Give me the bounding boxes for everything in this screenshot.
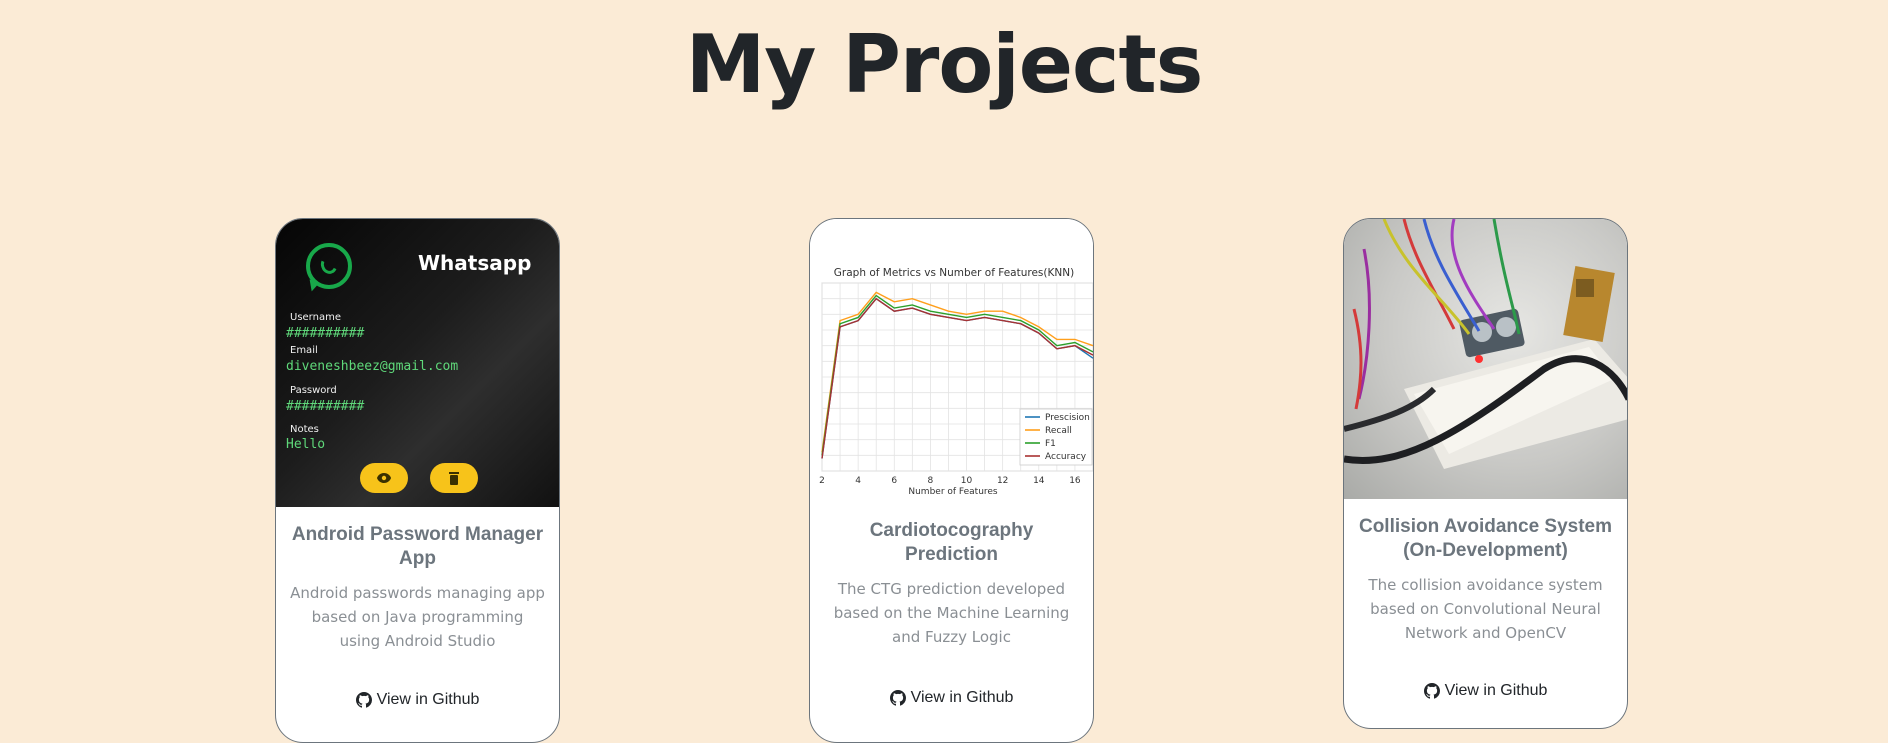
notes-label: Notes: [290, 424, 319, 435]
github-icon: [889, 690, 906, 706]
hardware-photo: [1344, 219, 1627, 499]
password-value: ##########: [286, 399, 365, 414]
chart-x-axis-label: Number of Features: [908, 487, 998, 497]
username-value: ##########: [286, 326, 365, 341]
trash-icon: [449, 472, 459, 485]
project-card-cardiotocography: Graph of Metrics vs Number of Features(K…: [809, 218, 1094, 743]
github-link-label: View in Github: [1444, 682, 1548, 699]
project-title: Collision Avoidance System (On-Developme…: [1358, 516, 1613, 561]
github-icon: [1423, 683, 1440, 699]
chart-x-tick-label: 12: [997, 476, 1008, 486]
project-description: The CTG prediction developed based on th…: [833, 580, 1070, 646]
chart-legend-label: Prescision: [1045, 413, 1090, 423]
chart-x-tick-label: 2: [819, 476, 825, 486]
github-link[interactable]: View in Github: [1344, 682, 1627, 700]
notes-value: Hello: [286, 437, 326, 452]
github-link[interactable]: View in Github: [276, 691, 559, 709]
chart-legend-label: Recall: [1045, 426, 1072, 436]
password-manager-screenshot: Whatsapp Username ########## Email diven…: [276, 219, 559, 507]
chart-legend-label: Accuracy: [1045, 452, 1087, 462]
view-button: [360, 463, 408, 493]
username-label: Username: [290, 312, 341, 323]
github-link-label: View in Github: [376, 691, 480, 708]
github-link-label: View in Github: [910, 689, 1014, 706]
page-title: My Projects: [685, 18, 1204, 111]
chart-x-tick-label: 8: [928, 476, 934, 486]
project-description: The collision avoidance system based on …: [1368, 576, 1603, 642]
metrics-chart: Graph of Metrics vs Number of Features(K…: [819, 267, 1093, 497]
chart-title: Graph of Metrics vs Number of Features(K…: [834, 267, 1074, 279]
project-card-collision-avoidance: Collision Avoidance System (On-Developme…: [1343, 218, 1628, 729]
email-label: Email: [290, 345, 318, 356]
project-description: Android passwords managing app based on …: [290, 584, 545, 650]
app-name-label: Whatsapp: [418, 251, 532, 275]
eye-icon: [377, 473, 391, 483]
email-value: diveneshbeez@gmail.com: [286, 359, 459, 374]
whatsapp-icon: [306, 243, 352, 289]
chart-x-tick-label: 14: [1033, 476, 1045, 486]
github-link[interactable]: View in Github: [810, 689, 1093, 707]
project-card-password-manager: Whatsapp Username ########## Email diven…: [275, 218, 560, 743]
chart-x-tick-label: 6: [891, 476, 897, 486]
chart-x-tick-label: 10: [961, 476, 973, 486]
password-label: Password: [290, 385, 337, 396]
chart-x-tick-label: 16: [1069, 476, 1081, 486]
metrics-chart-image: Graph of Metrics vs Number of Features(K…: [810, 219, 1093, 507]
project-title: Android Password Manager App: [291, 524, 544, 569]
project-title: Cardiotocography Prediction: [869, 520, 1034, 565]
delete-button: [430, 463, 478, 493]
hardware-photo-drawing: [1344, 219, 1627, 469]
github-icon: [355, 692, 372, 708]
chart-legend-label: F1: [1045, 439, 1056, 449]
chart-x-tick-label: 4: [855, 476, 861, 486]
